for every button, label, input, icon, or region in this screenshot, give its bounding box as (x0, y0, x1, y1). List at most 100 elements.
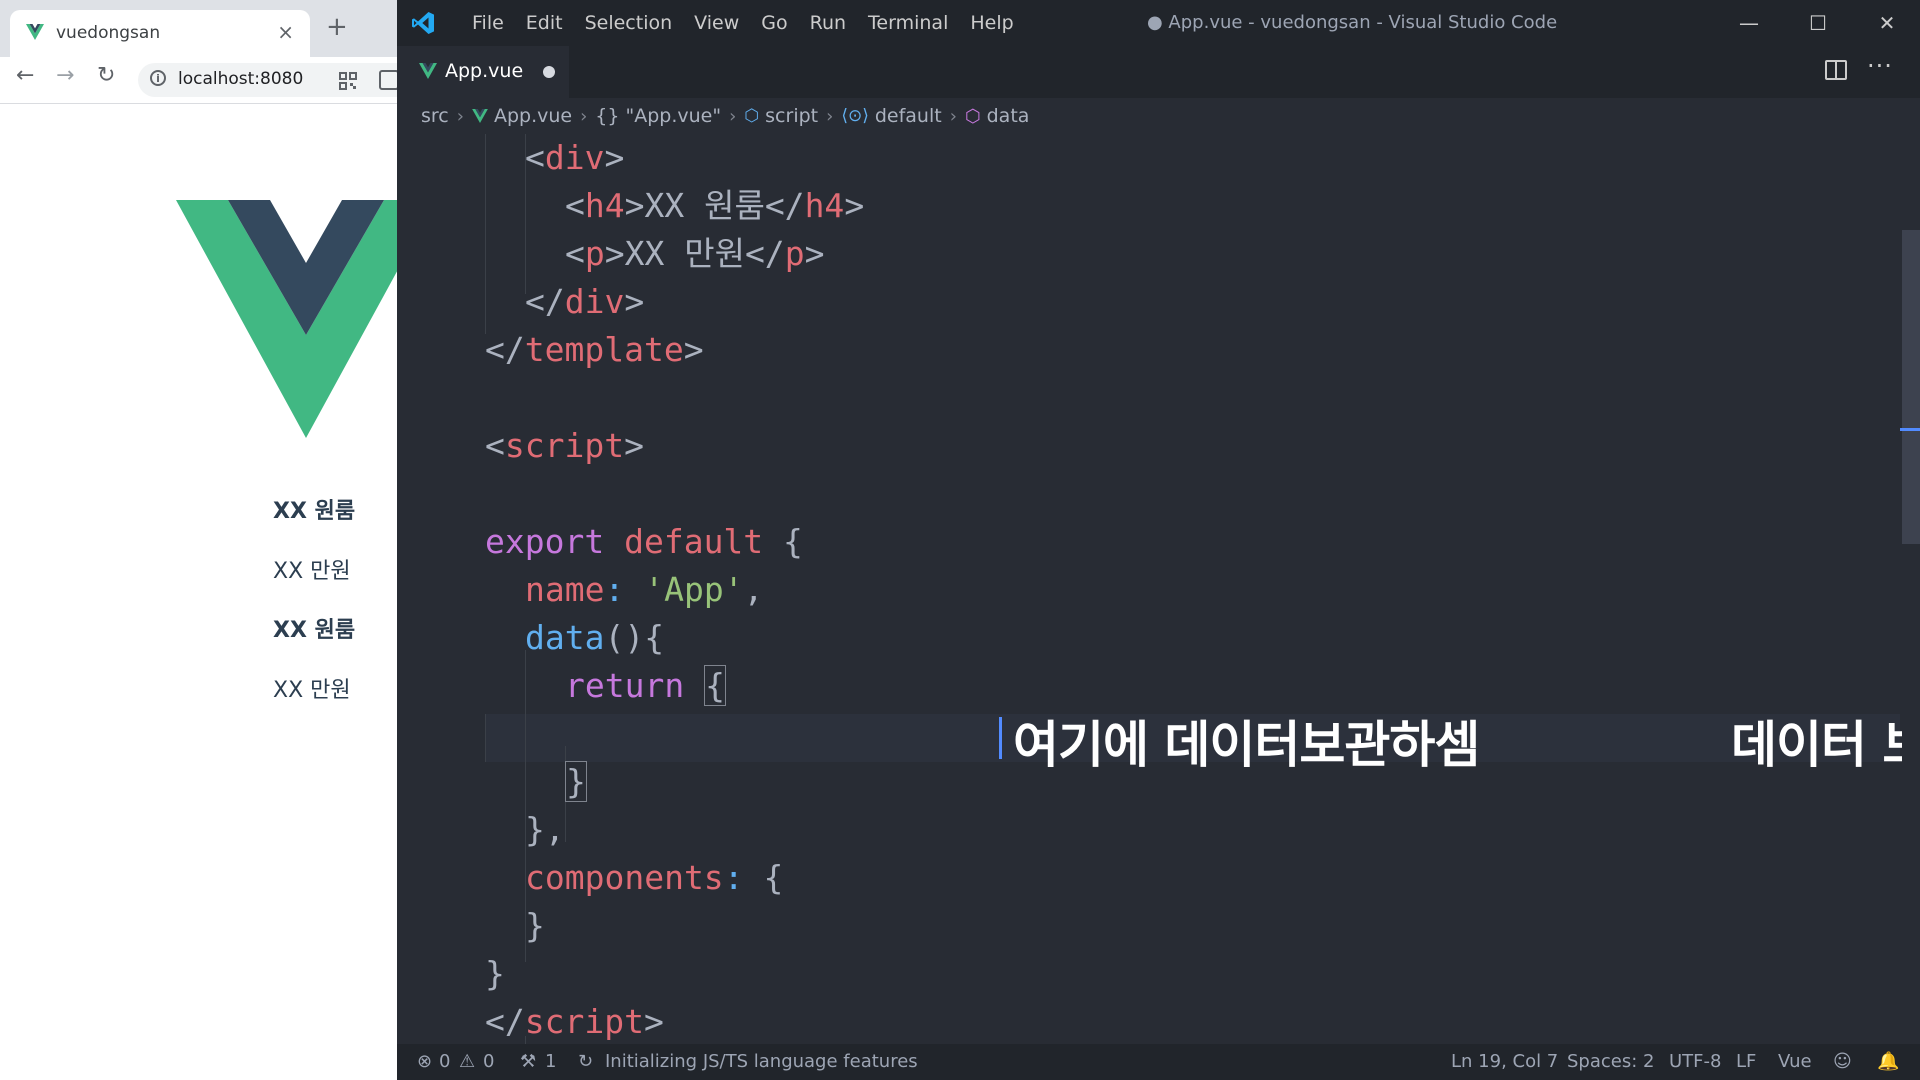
translate-icon[interactable] (379, 70, 397, 90)
token: 'App' (644, 570, 744, 609)
url-text: localhost:8080 (178, 69, 304, 89)
token: , (743, 570, 764, 609)
code-line: <h4>XX 원룸</h4> (565, 182, 864, 230)
subtitle-caption: 여기에 데이터보관하셈 (1013, 716, 1480, 774)
indentation[interactable]: Spaces: 2 (1567, 1044, 1654, 1080)
token: h4 (804, 186, 845, 225)
notification-bell-icon[interactable]: 🔔 (1877, 1044, 1899, 1080)
qr-code-icon[interactable] (339, 72, 357, 90)
code-line: <p>XX 만원</p> (565, 230, 824, 278)
code-line: </script> (485, 998, 664, 1044)
token: { (783, 522, 803, 561)
token: div (544, 138, 605, 177)
breadcrumb-script[interactable]: script (765, 105, 818, 127)
menu-go[interactable]: Go (750, 0, 798, 46)
tools-count[interactable]: 1 (545, 1044, 556, 1080)
browser-tab[interactable]: vuedongsan × (10, 10, 310, 57)
breadcrumb-chevron-icon: › (729, 105, 737, 127)
token: > (844, 186, 865, 225)
language-mode[interactable]: Vue (1778, 1044, 1812, 1080)
editor-tab-bar: App.vue ··· (397, 46, 1920, 98)
error-count[interactable]: 0 (439, 1044, 450, 1080)
breadcrumb-block[interactable]: "App.vue" (625, 105, 721, 127)
browser-window: vuedongsan × + ← → ↻ i localhost:8080 XX… (0, 0, 397, 1080)
tools-icon[interactable]: ⚒ (520, 1044, 536, 1080)
token: default (624, 522, 764, 561)
warning-count[interactable]: 0 (483, 1044, 494, 1080)
close-button[interactable]: ✕ (1862, 0, 1912, 46)
token: { (763, 858, 784, 897)
menu-terminal[interactable]: Terminal (857, 0, 959, 46)
menu-view[interactable]: View (683, 0, 750, 46)
code-line: </template> (485, 326, 704, 374)
token: } (525, 906, 545, 945)
token: h4 (584, 186, 625, 225)
feedback-icon[interactable]: ☺ (1833, 1044, 1852, 1080)
menu-selection[interactable]: Selection (574, 0, 684, 46)
token: </ (525, 282, 565, 321)
encoding[interactable]: UTF-8 (1669, 1044, 1721, 1080)
end-of-line[interactable]: LF (1736, 1044, 1756, 1080)
more-actions-icon[interactable]: ··· (1867, 52, 1893, 80)
indent-guide (485, 134, 486, 334)
status-message: Initializing JS/TS language features (605, 1051, 918, 1072)
forward-arrow-icon[interactable]: → (56, 65, 74, 87)
token: > (804, 234, 825, 273)
vscode-logo-icon (412, 12, 434, 34)
token: script (524, 1002, 644, 1041)
method-cube-icon: ⬡ (964, 105, 981, 127)
warning-icon[interactable]: ⚠ (459, 1044, 475, 1080)
vscode-window: File Edit Selection View Go Run Terminal… (397, 0, 1920, 1080)
token: data (525, 618, 605, 657)
cursor-position[interactable]: Ln 19, Col 7 (1451, 1044, 1558, 1080)
editor-tab-app-vue[interactable]: App.vue (397, 46, 569, 98)
menu-run[interactable]: Run (799, 0, 857, 46)
address-bar[interactable]: i localhost:8080 (138, 63, 397, 97)
browser-tab-close-icon[interactable]: × (277, 20, 294, 44)
code-editor[interactable]: <div> <h4>XX 원룸</h4> <p>XX 만원</p> </div>… (397, 134, 1920, 1044)
maximize-button[interactable]: ☐ (1793, 0, 1843, 46)
code-line: components: { (525, 854, 783, 902)
breadcrumb-default[interactable]: default (875, 105, 942, 127)
token: return (565, 666, 685, 705)
code-line: } (485, 950, 505, 998)
menu-help[interactable]: Help (959, 0, 1024, 46)
token: }, (525, 810, 565, 849)
breadcrumb-file[interactable]: App.vue (494, 105, 572, 127)
token: </ (485, 1002, 525, 1041)
breadcrumb-src[interactable]: src (421, 105, 449, 127)
product-title: XX 원룸 (273, 618, 356, 643)
sync-icon: ↻ (578, 1051, 594, 1072)
token: p (784, 234, 805, 273)
vue-file-icon (472, 109, 488, 123)
menu-edit[interactable]: Edit (515, 0, 574, 46)
token: div (564, 282, 625, 321)
token: < (525, 138, 545, 177)
braces-icon: {} (595, 105, 620, 127)
reload-icon[interactable]: ↻ (97, 65, 115, 87)
token: </ (485, 330, 525, 369)
breadcrumb-data[interactable]: data (987, 105, 1030, 127)
variable-icon: ⟨⊙⟩ (841, 106, 869, 126)
breadcrumb: src › App.vue › {} "App.vue" › ⬡ script … (397, 98, 1920, 134)
vue-file-icon (419, 63, 437, 79)
back-arrow-icon[interactable]: ← (16, 65, 34, 87)
subtitle-caption: 데이터 보관함부터 있어야됨 (1731, 716, 1920, 774)
menu-file[interactable]: File (461, 0, 515, 46)
token: > (604, 138, 625, 177)
unsaved-dot-icon[interactable] (543, 66, 555, 78)
new-tab-button[interactable]: + (326, 14, 348, 40)
minimize-button[interactable]: — (1724, 0, 1774, 46)
token: < (565, 234, 585, 273)
token: : (723, 858, 744, 897)
split-editor-icon[interactable] (1825, 60, 1847, 80)
title-bar: File Edit Selection View Go Run Terminal… (397, 0, 1920, 46)
bracket-match: } (565, 761, 587, 802)
breadcrumb-chevron-icon: › (456, 105, 464, 127)
error-icon[interactable]: ⊗ (417, 1044, 432, 1080)
scrollbar-thumb[interactable] (1902, 230, 1920, 544)
site-info-icon[interactable]: i (150, 70, 166, 86)
token: > (643, 1002, 664, 1041)
token: < (485, 426, 505, 465)
token: components (525, 858, 724, 897)
